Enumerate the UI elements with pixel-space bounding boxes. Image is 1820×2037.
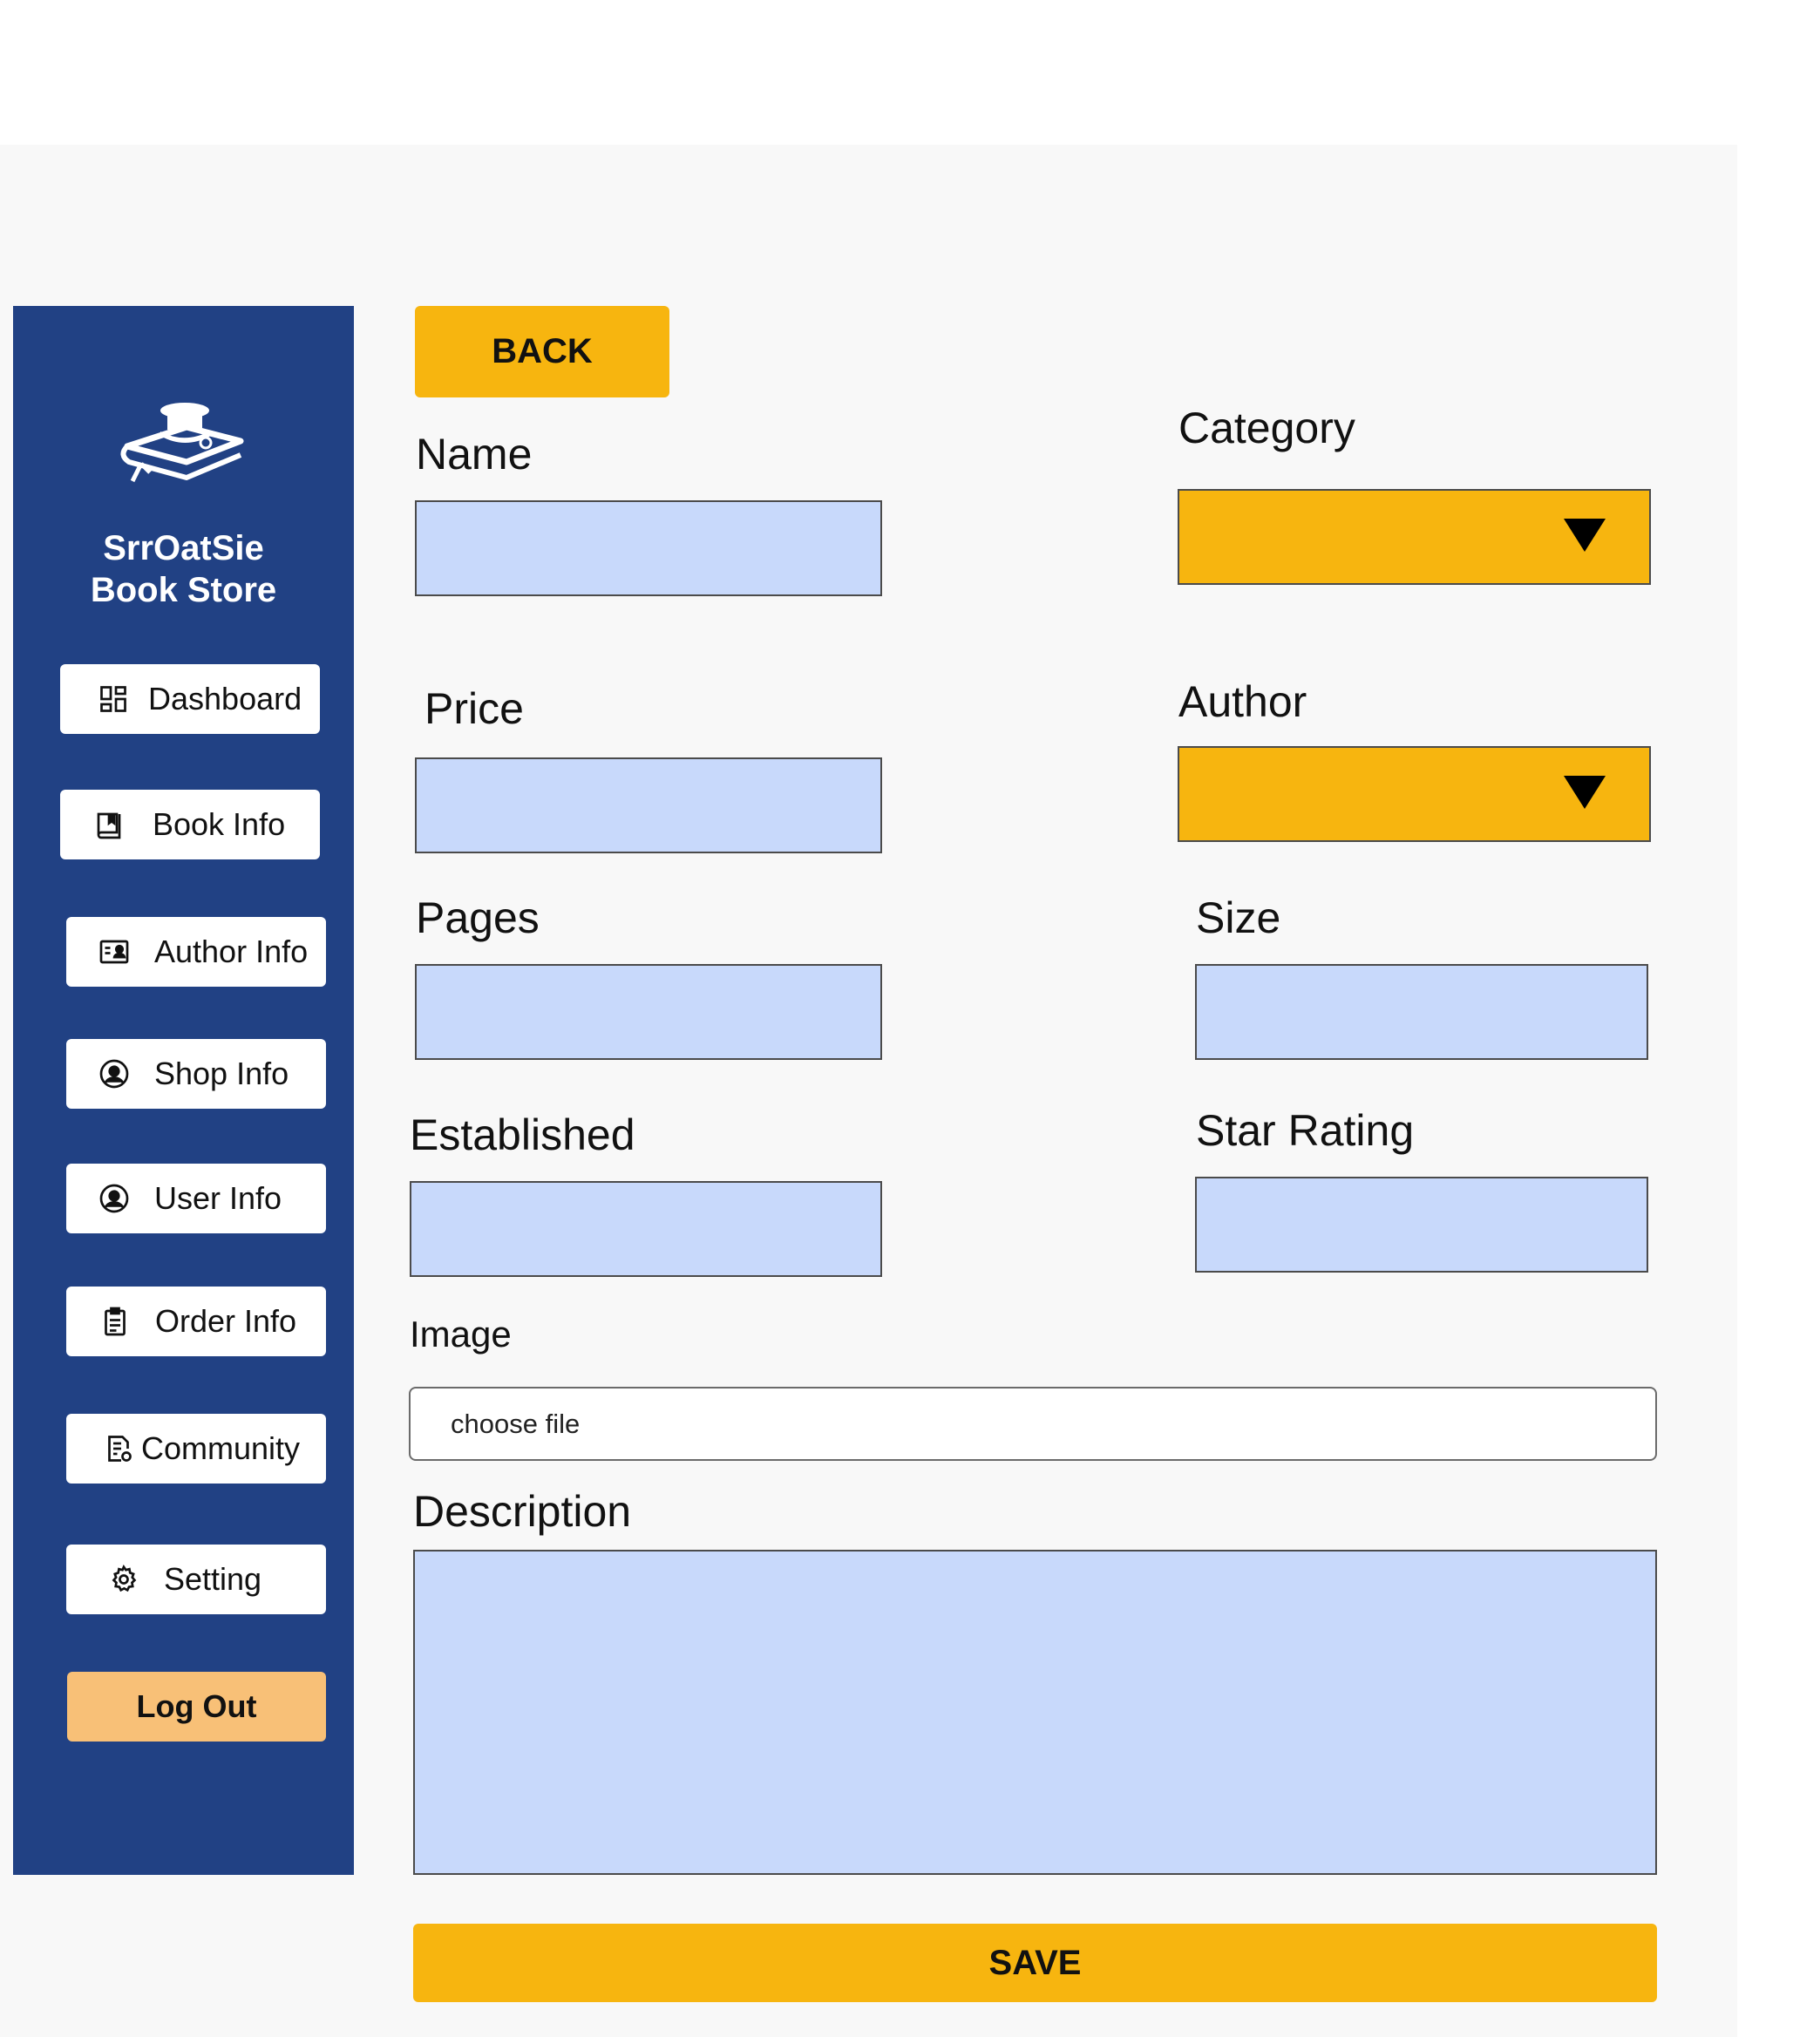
file-placeholder: choose file <box>451 1408 581 1439</box>
pages-label: Pages <box>416 893 540 942</box>
logout-button[interactable]: Log Out <box>67 1672 326 1742</box>
description-label: Description <box>413 1487 632 1536</box>
sidebar-item-community[interactable]: Community <box>66 1414 326 1484</box>
book-icon <box>93 809 125 840</box>
sidebar-item-author-info[interactable]: Author Info <box>66 917 326 987</box>
size-label: Size <box>1196 893 1281 942</box>
chevron-down-icon <box>1564 776 1606 809</box>
sidebar-item-label: Shop Info <box>154 1056 289 1091</box>
name-label: Name <box>416 430 533 479</box>
category-label: Category <box>1178 404 1355 452</box>
sidebar-item-label: Dashboard <box>148 681 302 716</box>
user-circle-icon <box>98 1058 130 1090</box>
sidebar-item-shop-info[interactable]: Shop Info <box>66 1039 326 1109</box>
star-rating-input[interactable] <box>1195 1177 1648 1273</box>
name-input[interactable] <box>415 500 882 596</box>
image-label: Image <box>410 1314 512 1355</box>
sidebar-item-user-info[interactable]: User Info <box>66 1164 326 1233</box>
book-hat-icon <box>120 403 244 483</box>
image-file-input[interactable]: choose file <box>409 1387 1657 1461</box>
star-rating-label: Star Rating <box>1196 1106 1415 1155</box>
brand-line-1: SrrOatSie <box>103 529 264 567</box>
sidebar-item-label: Book Info <box>153 806 286 842</box>
gear-icon <box>108 1564 139 1595</box>
established-input[interactable] <box>410 1181 882 1277</box>
sidebar-item-label: User Info <box>154 1180 282 1216</box>
sidebar-item-book-info[interactable]: Book Info <box>60 790 320 859</box>
size-input[interactable] <box>1195 964 1648 1060</box>
dashboard-icon <box>98 683 129 715</box>
established-label: Established <box>410 1110 635 1159</box>
document-settings-icon <box>103 1433 134 1464</box>
sidebar-item-setting[interactable]: Setting <box>66 1545 326 1614</box>
save-button[interactable]: SAVE <box>413 1924 1657 2002</box>
brand-line-2: Book Store <box>90 571 277 609</box>
author-select[interactable] <box>1178 746 1651 842</box>
sidebar-item-label: Order Info <box>155 1303 297 1339</box>
sidebar-item-dashboard[interactable]: Dashboard <box>60 664 320 734</box>
price-input[interactable] <box>415 757 882 853</box>
user-circle-icon <box>98 1183 130 1214</box>
price-label: Price <box>424 684 524 733</box>
clipboard-icon <box>99 1306 131 1337</box>
sidebar-item-label: Community <box>141 1430 301 1466</box>
back-button[interactable]: BACK <box>415 306 669 397</box>
sidebar-item-label: Author Info <box>154 934 309 969</box>
id-card-icon <box>98 936 130 968</box>
chevron-down-icon <box>1564 519 1606 552</box>
brand-title: SrrOatSie Book Store <box>13 527 354 611</box>
description-textarea[interactable] <box>413 1550 1657 1875</box>
category-select[interactable] <box>1178 489 1651 585</box>
pages-input[interactable] <box>415 964 882 1060</box>
sidebar-item-order-info[interactable]: Order Info <box>66 1287 326 1356</box>
author-label: Author <box>1178 677 1307 726</box>
sidebar-item-label: Setting <box>164 1561 262 1597</box>
